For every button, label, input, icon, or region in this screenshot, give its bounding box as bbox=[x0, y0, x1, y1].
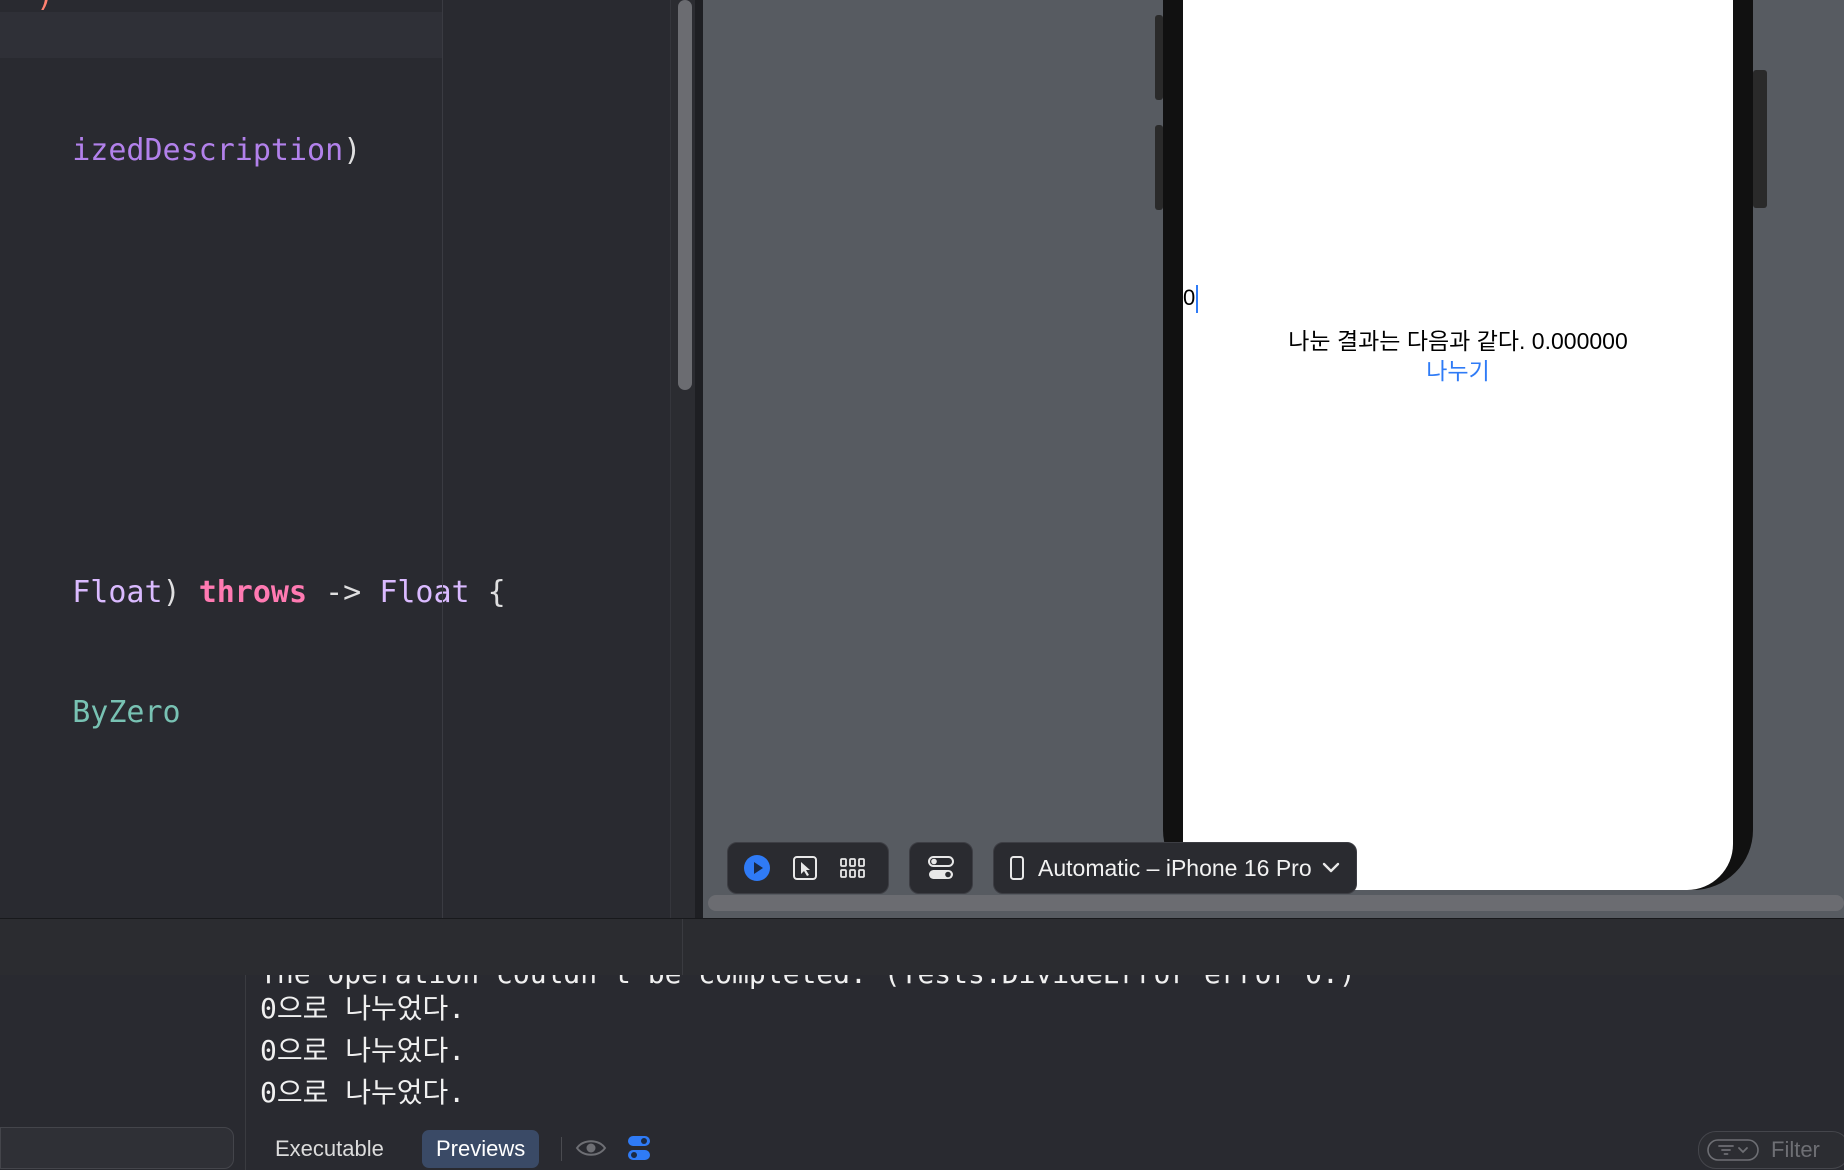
console-bar: Executable Previews Filter bbox=[246, 1125, 1844, 1170]
code-token: izedDescription bbox=[72, 133, 344, 168]
device-selector[interactable]: Automatic – iPhone 16 Pro bbox=[993, 842, 1357, 894]
code-token: throws bbox=[198, 575, 308, 610]
debug-bar bbox=[0, 918, 1844, 977]
variants-grid-button[interactable] bbox=[838, 853, 868, 883]
code-editor[interactable]: " ) izedDescription) Float) throws -> Fl… bbox=[0, 0, 696, 918]
number-text-field[interactable]: 0 bbox=[1183, 285, 1199, 314]
code-token: -> bbox=[307, 575, 380, 610]
filter-icon bbox=[1707, 1139, 1759, 1161]
tab-previews[interactable]: Previews bbox=[422, 1130, 540, 1168]
page-guide-line bbox=[442, 0, 443, 918]
variants-icon bbox=[628, 1136, 650, 1160]
text-caret bbox=[1196, 285, 1199, 314]
play-icon bbox=[744, 855, 770, 881]
canvas-settings-button[interactable] bbox=[926, 853, 956, 883]
code-token: ByZero bbox=[72, 695, 181, 730]
code-token: Float bbox=[72, 575, 163, 610]
variants-icon bbox=[928, 856, 954, 879]
grid-icon bbox=[840, 858, 865, 878]
console-line: 0으로 나누었다. bbox=[260, 992, 466, 1025]
iphone-screen: 0 나눈 결과는 다음과 같다. 0.000000 나누기 bbox=[1183, 0, 1733, 890]
code-fragment-top: " ) bbox=[0, 0, 54, 14]
code-token: Float bbox=[379, 575, 470, 610]
code-token: ) bbox=[343, 133, 362, 168]
canvas-settings-group bbox=[909, 842, 973, 894]
code-token: { bbox=[469, 575, 506, 610]
device-dropdown-chevron bbox=[1316, 853, 1346, 883]
selectable-mode-button[interactable] bbox=[790, 853, 820, 883]
console-filter-field[interactable]: Filter bbox=[1698, 1131, 1844, 1169]
divide-button[interactable]: 나누기 bbox=[1183, 352, 1733, 386]
device-icon bbox=[1002, 853, 1032, 883]
phone-icon bbox=[1010, 856, 1024, 880]
text-field-value: 0 bbox=[1183, 285, 1196, 310]
result-label: 나눈 결과는 다음과 같다. 0.000000 bbox=[1288, 328, 1628, 354]
code-line-2[interactable]: Float) throws -> Float { bbox=[0, 542, 506, 644]
tab-divider bbox=[561, 1137, 562, 1161]
code-line-3[interactable]: ByZero bbox=[0, 662, 181, 764]
live-preview-button[interactable] bbox=[742, 853, 772, 883]
code-line-1[interactable]: izedDescription) bbox=[0, 100, 361, 202]
console-line: 0으로 나누었다. bbox=[260, 1034, 466, 1067]
visibility-toggle[interactable] bbox=[575, 1133, 607, 1168]
phone-side-button bbox=[1155, 15, 1163, 100]
tab-executable[interactable]: Executable bbox=[261, 1130, 398, 1168]
current-line-highlight bbox=[0, 12, 443, 58]
editor-canvas-divider[interactable] bbox=[695, 0, 703, 918]
preview-mode-group bbox=[727, 842, 889, 894]
variables-filter-field[interactable] bbox=[0, 1127, 234, 1169]
select-icon bbox=[793, 856, 817, 880]
chevron-down-icon bbox=[1322, 862, 1340, 873]
debug-bar-divider bbox=[682, 919, 683, 976]
filter-placeholder: Filter bbox=[1771, 1137, 1820, 1162]
canvas-horizontal-scrollbar[interactable] bbox=[708, 895, 1844, 911]
variants-toggle[interactable] bbox=[626, 1133, 652, 1168]
phone-side-button bbox=[1753, 70, 1767, 208]
console-line: 0으로 나누었다. bbox=[260, 1076, 466, 1109]
console-output[interactable]: The operation couldn't be completed. (Te… bbox=[246, 975, 1844, 1125]
device-label: Automatic – iPhone 16 Pro bbox=[1038, 855, 1312, 881]
editor-vertical-scrollbar[interactable] bbox=[678, 0, 692, 390]
eye-icon bbox=[575, 1140, 607, 1156]
phone-side-button bbox=[1155, 125, 1163, 210]
code-token: ) bbox=[162, 575, 199, 610]
